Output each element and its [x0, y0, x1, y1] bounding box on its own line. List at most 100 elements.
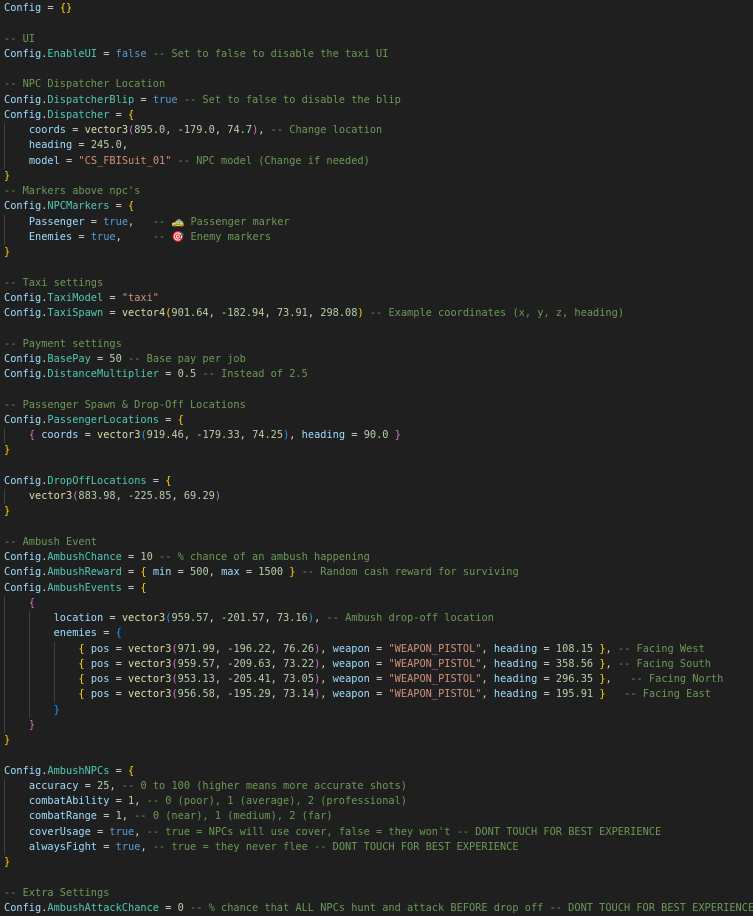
code-line[interactable]: Config.AmbushChance = 10 -- % chance of …	[0, 550, 753, 565]
code-line[interactable]: location = vector3(959.57, -201.57, 73.1…	[0, 611, 753, 627]
code-punctuation: ,	[481, 688, 494, 701]
code-line[interactable]	[0, 870, 753, 885]
code-punctuation: ,	[264, 612, 277, 624]
code-line[interactable]: -- NPC Dispatcher Location	[0, 77, 753, 92]
code-line[interactable]: Config.TaxiSpawn = vector4(901.64, -182.…	[0, 306, 753, 321]
code-number: 73.05	[283, 673, 315, 685]
code-line[interactable]: {	[0, 595, 753, 611]
code-line[interactable]	[0, 62, 753, 77]
code-line[interactable]: }	[0, 855, 753, 870]
code-line[interactable]: Config.AmbushNPCs = {	[0, 764, 753, 779]
code-line[interactable]: alwaysFight = true, -- true = they never…	[0, 839, 753, 855]
code-string: "WEAPON_PISTOL"	[388, 642, 482, 655]
code-line[interactable]	[0, 321, 753, 336]
code-punctuation: =	[72, 230, 91, 243]
code-punctuation: =	[159, 413, 178, 426]
code-line[interactable]	[0, 459, 753, 474]
code-line[interactable]: Config = {}	[0, 1, 753, 16]
code-line[interactable]: accuracy = 25, -- 0 to 100 (higher means…	[0, 778, 753, 794]
code-line[interactable]: Config.AmbushEvents = {	[0, 581, 753, 596]
code-line[interactable]: -- Passenger Spawn & Drop-Off Locations	[0, 398, 753, 413]
code-line[interactable]: vector3(883.98, -225.85, 69.29)	[0, 489, 753, 505]
code-punctuation: ,	[320, 688, 333, 701]
code-bracket: {	[128, 764, 135, 777]
code-line[interactable]: }	[0, 245, 753, 260]
code-punctuation: =	[97, 47, 116, 60]
code-line[interactable]: Passenger = true, -- 🚕 Passenger marker	[0, 214, 753, 230]
indent-guide	[4, 778, 5, 794]
code-bracket: )	[214, 490, 222, 502]
code-line[interactable]: coords = vector3(895.0, -179.0, 74.7), -…	[0, 123, 753, 139]
code-number: 1500	[258, 566, 284, 579]
code-bracket: }	[53, 703, 60, 716]
code-line[interactable]: -- UI	[0, 32, 753, 47]
code-line[interactable]	[0, 260, 753, 275]
code-line[interactable]: model = "CS_FBISuit_01" -- NPC model (Ch…	[0, 153, 753, 169]
code-line[interactable]: Config.NPCMarkers = {	[0, 199, 753, 214]
code-punctuation: =	[66, 124, 85, 136]
code-number: 205.41	[233, 673, 271, 685]
code-bracket: }	[4, 734, 11, 746]
code-line[interactable]: { pos = vector3(956.58, -195.29, 73.14),…	[0, 687, 753, 703]
code-line[interactable]: { pos = vector3(971.99, -196.22, 76.26),…	[0, 641, 753, 657]
code-punctuation: =	[537, 657, 556, 670]
code-line[interactable]: Config.TaxiModel = "taxi"	[0, 291, 753, 306]
code-keyword: true	[152, 93, 178, 106]
code-line[interactable]: Config.DropOffLocations = {	[0, 474, 753, 489]
code-line[interactable]: { pos = vector3(959.57, -209.63, 73.22),…	[0, 656, 753, 672]
code-line[interactable]	[0, 16, 753, 31]
code-punctuation: ,	[270, 673, 284, 685]
code-punctuation: ,	[481, 657, 494, 670]
code-line[interactable]: Config.AmbushReward = { min = 500, max =…	[0, 565, 753, 580]
code-line[interactable]: { pos = vector3(953.13, -205.41, 73.05),…	[0, 672, 753, 688]
code-line[interactable]: }	[0, 504, 753, 519]
code-line[interactable]: }	[0, 443, 753, 458]
code-line[interactable]: combatAbility = 1, -- 0 (poor), 1 (avera…	[0, 794, 753, 810]
code-number: 209.63	[233, 657, 271, 670]
code-identifier: location	[53, 612, 104, 624]
code-line[interactable]: -- Markers above npc's	[0, 184, 753, 199]
code-line[interactable]: Config.DistanceMultiplier = 0.5 -- Inste…	[0, 367, 753, 382]
code-line[interactable]	[0, 748, 753, 763]
code-editor[interactable]: Config = {} -- UI Config.EnableUI = false …	[0, 0, 753, 914]
indent-guide	[53, 641, 55, 657]
code-line[interactable]: Config.PassengerLocations = {	[0, 413, 753, 428]
code-line[interactable]: Config.DispatcherBlip = true -- Set to f…	[0, 93, 753, 108]
code-line[interactable]: }	[0, 717, 753, 733]
code-line[interactable]: }	[0, 169, 753, 184]
code-line[interactable]: Config.BasePay = 50 -- Base pay per job	[0, 352, 753, 367]
code-property: AmbushReward	[47, 566, 122, 579]
code-line[interactable]: combatRange = 1, -- 0 (near), 1 (medium)…	[0, 809, 753, 825]
code-line[interactable]: Enemies = true, -- 🎯 Enemy markers	[0, 229, 753, 245]
code-punctuation: ,	[109, 779, 122, 792]
code-property: TaxiModel	[47, 291, 104, 304]
code-comment: -- Extra Settings	[4, 886, 110, 899]
code-punctuation: ,	[605, 657, 618, 670]
code-punctuation: =	[121, 566, 141, 579]
code-line[interactable]: { coords = vector3(919.46, -179.33, 74.2…	[0, 428, 753, 444]
code-string: "WEAPON_PISTOL"	[388, 688, 482, 701]
code-bracket: {	[165, 474, 172, 487]
code-identifier: Config	[4, 413, 42, 426]
code-line[interactable]: Config.Dispatcher = {	[0, 108, 753, 123]
code-line[interactable]: -- Taxi settings	[0, 276, 753, 291]
code-line[interactable]: }	[0, 702, 753, 718]
code-punctuation: =	[121, 581, 141, 594]
code-function: vector4	[121, 307, 166, 319]
code-punctuation: =	[109, 657, 129, 670]
code-line[interactable]: -- Ambush Event	[0, 535, 753, 550]
code-line[interactable]: -- Payment settings	[0, 337, 753, 352]
code-line[interactable]: coverUsage = true, -- true = NPCs will u…	[0, 824, 753, 840]
code-line[interactable]: -- Extra Settings	[0, 886, 753, 901]
code-line[interactable]: Config.EnableUI = false -- Set to false …	[0, 47, 753, 62]
code-line[interactable]: heading = 245.0,	[0, 138, 753, 154]
code-line[interactable]	[0, 520, 753, 535]
code-comment: -- Base pay per job	[121, 352, 246, 365]
code-line[interactable]: enemies = {	[0, 626, 753, 642]
code-line[interactable]: }	[0, 733, 753, 748]
code-line[interactable]	[0, 382, 753, 397]
code-property: AmbushEvents	[47, 581, 122, 594]
code-keyword: true	[103, 215, 129, 228]
